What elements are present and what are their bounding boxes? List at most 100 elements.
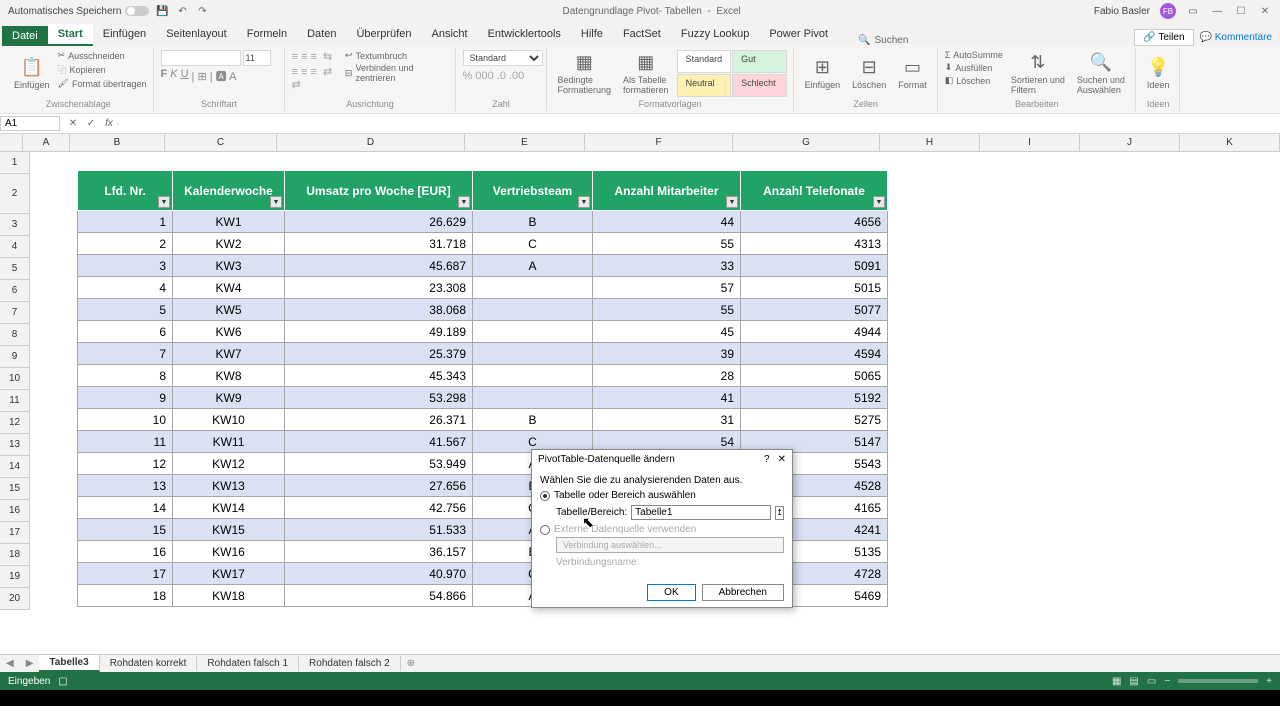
user-avatar[interactable]: FB [1160, 3, 1176, 19]
zoom-in-icon[interactable]: + [1266, 676, 1272, 687]
enter-formula-icon[interactable]: ✓ [82, 118, 100, 129]
merge-button[interactable]: ⊟Verbinden und zentrieren [345, 63, 449, 83]
radio-table-range[interactable]: Tabelle oder Bereich auswählen [540, 490, 784, 501]
row-header[interactable]: 6 [0, 280, 30, 302]
tab-einfügen[interactable]: Einfügen [93, 24, 156, 46]
format-painter-button[interactable]: 🖌Format übertragen [58, 78, 147, 89]
ok-button[interactable]: OK [647, 584, 695, 601]
tab-seitenlayout[interactable]: Seitenlayout [156, 24, 237, 46]
col-header[interactable]: B [70, 134, 165, 151]
autosum-button[interactable]: ΣAutoSumme [945, 50, 1003, 60]
col-header[interactable]: I [980, 134, 1080, 151]
comments-button[interactable]: 💬 Kommentare [1200, 32, 1272, 43]
row-header[interactable]: 8 [0, 324, 30, 346]
dialog-help-icon[interactable]: ? [764, 454, 770, 465]
sheet-nav-next-icon[interactable]: ▶ [20, 658, 40, 669]
fill-button[interactable]: ⬇Ausfüllen [945, 62, 1003, 73]
style-standard[interactable]: Standard [677, 50, 732, 73]
insert-cells-button[interactable]: ⊞Einfügen [801, 50, 845, 97]
filter-arrow-icon[interactable]: ▼ [726, 196, 738, 208]
column-header[interactable]: Kalenderwoche▼ [173, 171, 285, 211]
tab-factset[interactable]: FactSet [613, 24, 671, 46]
column-header[interactable]: Anzahl Mitarbeiter▼ [593, 171, 741, 211]
row-header[interactable]: 2 [0, 174, 30, 214]
col-header[interactable]: F [585, 134, 733, 151]
fx-icon[interactable]: fx [100, 118, 118, 129]
col-header[interactable]: H [880, 134, 980, 151]
row-header[interactable]: 18 [0, 544, 30, 566]
autosave-toggle[interactable]: Automatisches Speichern [8, 6, 149, 17]
maximize-icon[interactable]: ☐ [1234, 4, 1248, 18]
zoom-out-icon[interactable]: − [1164, 676, 1170, 687]
tab-hilfe[interactable]: Hilfe [571, 24, 613, 46]
tab-fuzzy lookup[interactable]: Fuzzy Lookup [671, 24, 759, 46]
row-header[interactable]: 10 [0, 368, 30, 390]
row-header[interactable]: 4 [0, 236, 30, 258]
view-pagebreak-icon[interactable]: ▭ [1147, 676, 1156, 687]
select-all-corner[interactable] [0, 134, 23, 151]
table-row[interactable]: 3KW345.687A335091 [78, 255, 888, 277]
col-header[interactable]: G [733, 134, 880, 151]
table-row[interactable]: 8KW845.343285065 [78, 365, 888, 387]
col-header[interactable]: J [1080, 134, 1180, 151]
cancel-formula-icon[interactable]: ✕ [64, 118, 82, 129]
close-icon[interactable]: ✕ [1258, 4, 1272, 18]
delete-cells-button[interactable]: ⊟Löschen [848, 50, 890, 97]
range-selector-icon[interactable]: ↥ [775, 506, 784, 520]
clear-button[interactable]: ◧Löschen [945, 75, 1003, 86]
filter-arrow-icon[interactable]: ▼ [158, 196, 170, 208]
sort-filter-button[interactable]: ⇅Sortieren und Filtern [1007, 50, 1069, 97]
style-gut[interactable]: Gut [732, 50, 787, 73]
row-header[interactable]: 14 [0, 456, 30, 478]
font-family-input[interactable] [161, 50, 241, 66]
format-table-button[interactable]: ▦Als Tabelle formatieren [619, 50, 673, 97]
tab-überprüfen[interactable]: Überprüfen [346, 24, 421, 46]
undo-icon[interactable]: ↶ [175, 4, 189, 18]
table-row[interactable]: 1KW126.629B444656 [78, 211, 888, 233]
macro-record-icon[interactable]: ▢ [58, 676, 67, 687]
row-header[interactable]: 9 [0, 346, 30, 368]
sheet-tab[interactable]: Rohdaten falsch 1 [197, 656, 299, 671]
dialog-close-icon[interactable]: ✕ [778, 454, 786, 465]
redo-icon[interactable]: ↷ [195, 4, 209, 18]
col-header[interactable]: K [1180, 134, 1280, 151]
filter-arrow-icon[interactable]: ▼ [578, 196, 590, 208]
range-input[interactable] [631, 505, 771, 520]
tab-power pivot[interactable]: Power Pivot [759, 24, 838, 46]
column-header[interactable]: Lfd. Nr.▼ [78, 171, 173, 211]
filter-arrow-icon[interactable]: ▼ [458, 196, 470, 208]
row-header[interactable]: 11 [0, 390, 30, 412]
row-header[interactable]: 16 [0, 500, 30, 522]
row-header[interactable]: 12 [0, 412, 30, 434]
table-row[interactable]: 2KW231.718C554313 [78, 233, 888, 255]
worksheet-grid[interactable]: ABCDEFGHIJK 1234567891011121314151617181… [0, 134, 1280, 654]
style-neutral[interactable]: Neutral [677, 74, 732, 97]
sheet-nav-prev-icon[interactable]: ◀ [0, 658, 20, 669]
tab-start[interactable]: Start [48, 24, 93, 46]
paste-button[interactable]: 📋Einfügen [10, 50, 54, 97]
row-header[interactable]: 3 [0, 214, 30, 236]
conditional-format-button[interactable]: ▦Bedingte Formatierung [554, 50, 616, 97]
row-header[interactable]: 1 [0, 152, 30, 174]
zoom-slider[interactable] [1178, 679, 1258, 683]
tab-daten[interactable]: Daten [297, 24, 346, 46]
view-normal-icon[interactable]: ▦ [1112, 676, 1121, 687]
name-box[interactable] [0, 116, 60, 131]
view-layout-icon[interactable]: ▤ [1129, 676, 1138, 687]
col-header[interactable]: E [465, 134, 585, 151]
row-header[interactable]: 15 [0, 478, 30, 500]
row-header[interactable]: 20 [0, 588, 30, 610]
row-header[interactable]: 17 [0, 522, 30, 544]
row-header[interactable]: 19 [0, 566, 30, 588]
table-row[interactable]: 10KW1026.371B315275 [78, 409, 888, 431]
col-header[interactable]: C [165, 134, 277, 151]
minimize-icon[interactable]: — [1210, 4, 1224, 18]
row-header[interactable]: 7 [0, 302, 30, 324]
cut-button[interactable]: ✂Ausschneiden [58, 50, 147, 61]
filter-arrow-icon[interactable]: ▼ [270, 196, 282, 208]
tab-formeln[interactable]: Formeln [237, 24, 297, 46]
tab-file[interactable]: Datei [2, 26, 48, 46]
col-header[interactable]: A [23, 134, 70, 151]
filter-arrow-icon[interactable]: ▼ [873, 196, 885, 208]
wrap-text-button[interactable]: ↩Textumbruch [345, 50, 449, 61]
